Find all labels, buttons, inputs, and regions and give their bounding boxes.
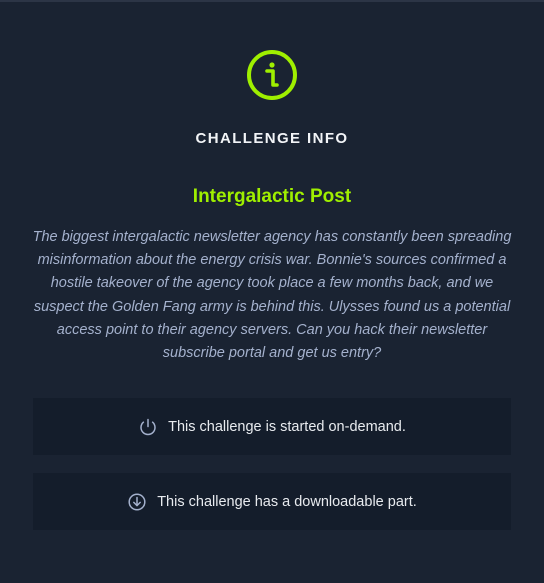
challenge-info-panel: CHALLENGE INFO Intergalactic Post The bi… [0, 2, 544, 583]
on-demand-card: This challenge is started on-demand. [33, 398, 511, 455]
challenge-title: Intergalactic Post [192, 186, 352, 207]
power-icon [140, 418, 156, 435]
challenge-description: The biggest intergalactic newsletter age… [32, 229, 512, 362]
on-demand-text: This challenge is started on-demand. [168, 418, 406, 435]
downloadable-text: This challenge has a downloadable part. [157, 493, 417, 510]
panel-heading: CHALLENGE INFO [195, 130, 349, 147]
info-circle-icon [247, 50, 297, 100]
downloadable-card: This challenge has a downloadable part. [33, 473, 511, 530]
download-icon [128, 492, 146, 511]
